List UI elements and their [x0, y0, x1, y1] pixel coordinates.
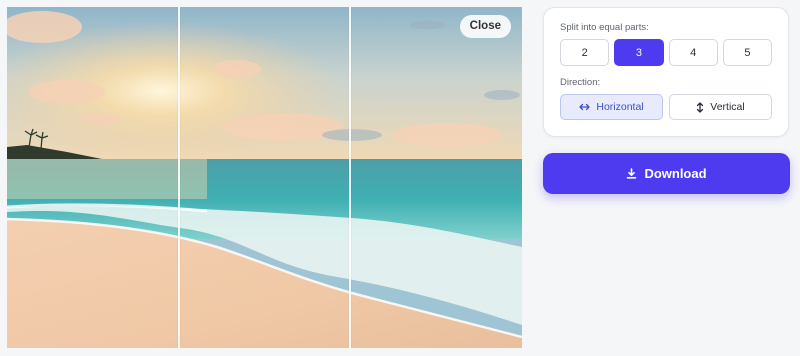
arrows-vertical-icon	[696, 101, 704, 113]
download-icon	[626, 168, 637, 179]
close-button[interactable]: Close	[459, 15, 511, 38]
direction-label: Direction:	[560, 77, 601, 88]
split-line-1[interactable]	[178, 7, 180, 348]
split-settings-card: Split into equal parts: 2 3 4 5 Directio…	[543, 7, 789, 137]
download-label: Download	[644, 166, 707, 181]
split-5-button[interactable]: 5	[722, 39, 772, 66]
direction-vertical-label: Vertical	[710, 101, 745, 113]
split-parts-group: 2 3 4 5	[560, 39, 772, 66]
direction-horizontal-label: Horizontal	[596, 101, 644, 113]
image-preview: Close	[7, 7, 522, 348]
direction-group: Horizontal Vertical	[560, 94, 772, 120]
download-button[interactable]: Download	[543, 153, 790, 194]
split-parts-label: Split into equal parts:	[560, 22, 649, 33]
split-4-button[interactable]: 4	[668, 39, 718, 66]
beach-photo	[7, 7, 522, 348]
split-3-button[interactable]: 3	[614, 39, 664, 66]
direction-vertical-button[interactable]: Vertical	[669, 94, 772, 120]
arrows-horizontal-icon	[579, 103, 591, 111]
direction-horizontal-button[interactable]: Horizontal	[560, 94, 663, 120]
split-line-2[interactable]	[349, 7, 351, 348]
split-2-button[interactable]: 2	[560, 39, 610, 66]
